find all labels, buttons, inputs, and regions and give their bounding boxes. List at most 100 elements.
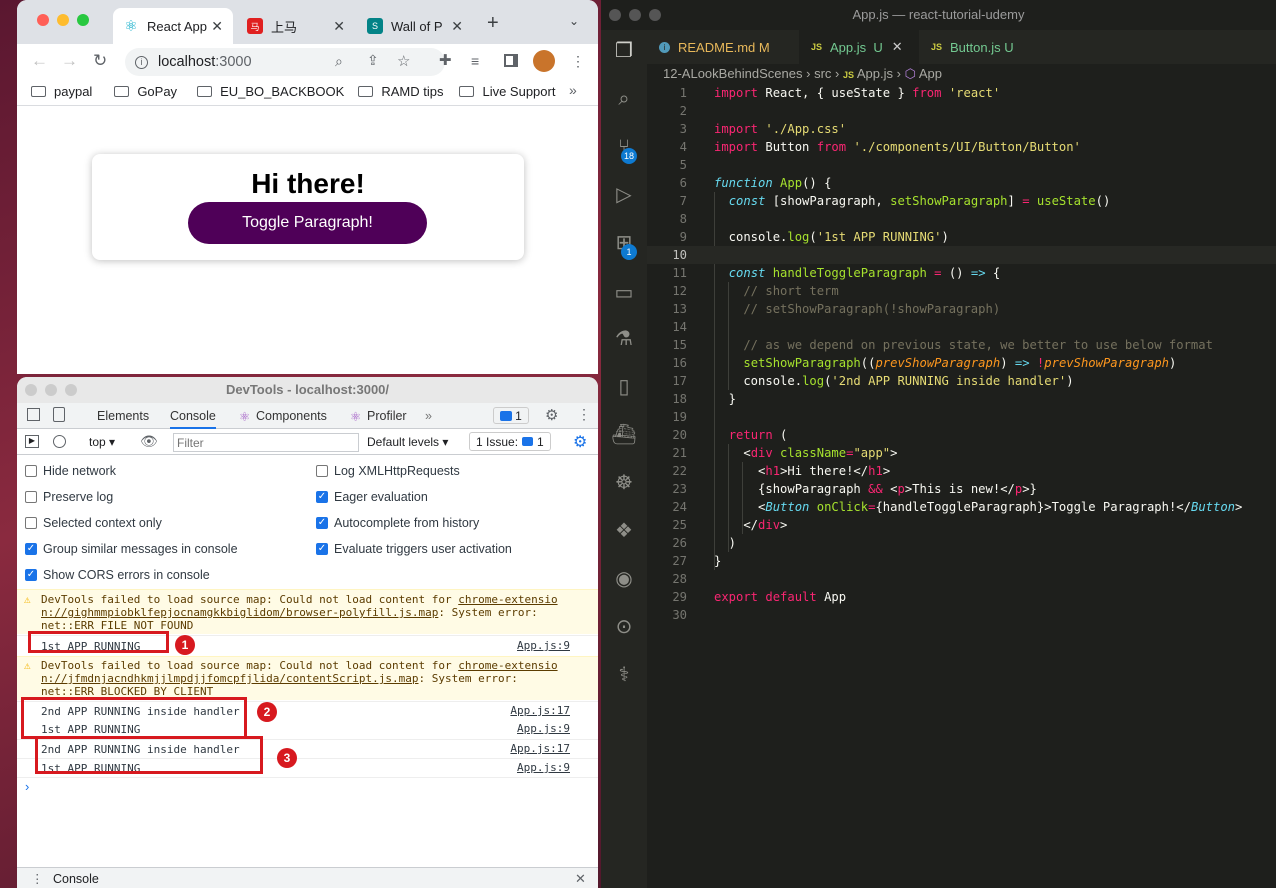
- log-source-link[interactable]: App.js:17: [510, 704, 570, 717]
- close-window-button[interactable]: [25, 384, 37, 396]
- close-drawer-icon[interactable]: ✕: [575, 871, 586, 887]
- console-settings-gear-icon[interactable]: ⚙: [573, 432, 587, 452]
- minimize-window-button[interactable]: [45, 384, 57, 396]
- code-line: 17 console.log('2nd APP RUNNING inside h…: [647, 372, 1276, 390]
- log-xhr-checkbox[interactable]: Log XMLHttpRequests: [316, 464, 460, 478]
- bookmark-gopay[interactable]: GoPay: [114, 84, 177, 99]
- close-window-button[interactable]: [609, 9, 621, 21]
- live-expression-eye-icon[interactable]: 👁: [140, 433, 158, 450]
- media-queue-icon[interactable]: ≡: [471, 52, 479, 70]
- settings-gear-icon[interactable]: ⚙: [545, 406, 558, 424]
- code-editor[interactable]: 1 import React, { useState } from 'react'…: [647, 84, 1276, 624]
- issues-button[interactable]: 1 Issue: 1: [469, 432, 551, 451]
- more-tabs-icon[interactable]: »: [425, 409, 432, 423]
- minimize-window-button[interactable]: [629, 9, 641, 21]
- drawer-menu-icon[interactable]: ⋮: [31, 871, 44, 886]
- tab-button-js[interactable]: JS Button.js U: [919, 30, 1047, 64]
- info-icon[interactable]: i: [135, 55, 148, 69]
- close-tab-icon[interactable]: ✕: [333, 18, 345, 35]
- log-source-link[interactable]: App.js:9: [517, 639, 570, 652]
- show-cors-errors-checkbox[interactable]: ✓ Show CORS errors in console: [25, 568, 210, 582]
- log-levels-dropdown[interactable]: Default levels ▾: [367, 435, 448, 449]
- device-toolbar-icon[interactable]: [53, 407, 65, 422]
- browser-tab-2[interactable]: 马 上马 ✕: [243, 8, 355, 44]
- tab-search-chevron-icon[interactable]: ⌄: [569, 14, 579, 28]
- extensions-icon[interactable]: ✚: [439, 52, 452, 70]
- side-panel-icon[interactable]: [504, 54, 518, 67]
- minimize-window-button[interactable]: [57, 14, 69, 26]
- profile-avatar[interactable]: [533, 50, 555, 72]
- drawer-tab-console[interactable]: Console: [53, 872, 99, 886]
- source-map-link[interactable]: chrome-extensio: [458, 659, 557, 672]
- more-bookmarks-icon[interactable]: »: [569, 82, 577, 98]
- customize-menu-icon[interactable]: ⋮: [577, 406, 591, 423]
- more-menu-icon[interactable]: ⋮: [571, 52, 585, 70]
- notebook-icon[interactable]: ▯: [611, 374, 637, 400]
- evaluate-triggers-checkbox[interactable]: ✓ Evaluate triggers user activation: [316, 542, 512, 556]
- tab-app-js[interactable]: JS App.js U ✕: [799, 30, 919, 64]
- breadcrumb-folder[interactable]: src: [814, 66, 831, 81]
- log-source-link[interactable]: App.js:9: [517, 761, 570, 774]
- bookmark-star-icon[interactable]: ☆: [397, 52, 410, 70]
- autocomplete-history-checkbox[interactable]: ✓ Autocomplete from history: [316, 516, 479, 530]
- bookmark-eu-bo-backbook[interactable]: EU_BO_BACKBOOK: [197, 84, 344, 99]
- tab-console[interactable]: Console: [170, 409, 216, 429]
- zoom-window-button[interactable]: [77, 14, 89, 26]
- source-map-link[interactable]: chrome-extensio: [458, 593, 557, 606]
- zoom-window-button[interactable]: [65, 384, 77, 396]
- close-window-button[interactable]: [37, 14, 49, 26]
- console-prompt[interactable]: ›: [17, 777, 598, 797]
- browser-tab-react-app[interactable]: ⚛ React App ✕: [113, 8, 233, 44]
- tab-components[interactable]: Components: [256, 409, 327, 423]
- docker-icon[interactable]: ⛴: [611, 422, 637, 448]
- group-similar-checkbox[interactable]: ✓ Group similar messages in console: [25, 542, 238, 556]
- tab-readme[interactable]: i README.md M: [647, 30, 799, 64]
- bookmark-paypal[interactable]: paypal: [31, 84, 92, 99]
- selected-context-only-checkbox[interactable]: Selected context only: [25, 516, 162, 530]
- zoom-icon[interactable]: ⌕: [335, 53, 343, 70]
- python-icon[interactable]: ⚕: [611, 662, 637, 688]
- reload-icon[interactable]: ↻: [93, 52, 107, 70]
- source-map-link[interactable]: n://gighmmpiobklfepjocnamgkkbiglidom/bro…: [41, 606, 438, 619]
- bookmark-live-support[interactable]: Live Support: [459, 84, 555, 99]
- preserve-log-checkbox[interactable]: Preserve log: [25, 490, 113, 504]
- tab-elements[interactable]: Elements: [97, 409, 149, 423]
- filter-input[interactable]: [173, 433, 359, 452]
- source-map-link[interactable]: n://jfmdnjacndhkmjjlmpdjjfomcpfjlida/con…: [41, 672, 419, 685]
- close-tab-icon[interactable]: ✕: [451, 18, 463, 35]
- zoom-window-button[interactable]: [649, 9, 661, 21]
- extensions-badge: 1: [621, 244, 637, 260]
- address-bar[interactable]: i localhost:3000 ⌕ ⇪ ☆: [125, 48, 445, 76]
- tab-profiler[interactable]: Profiler: [367, 409, 407, 423]
- context-selector[interactable]: top ▾: [89, 435, 115, 449]
- share-icon[interactable]: ⇪: [367, 52, 379, 69]
- testing-flask-icon[interactable]: ⚗: [611, 326, 637, 352]
- new-tab-icon[interactable]: +: [487, 12, 499, 35]
- run-debug-icon[interactable]: ▷: [611, 182, 637, 208]
- log-source-link[interactable]: App.js:17: [510, 742, 570, 755]
- toggle-paragraph-button[interactable]: Toggle Paragraph!: [188, 202, 427, 244]
- breadcrumb-folder[interactable]: 12-ALookBehindScenes: [663, 66, 803, 81]
- hide-network-checkbox[interactable]: Hide network: [25, 464, 116, 478]
- show-sidebar-icon[interactable]: ▶: [25, 435, 39, 448]
- eager-evaluation-checkbox[interactable]: ✓ Eager evaluation: [316, 490, 428, 504]
- log-source-link[interactable]: App.js:9: [517, 722, 570, 735]
- project-manager-icon[interactable]: ❖: [611, 518, 637, 544]
- forward-arrow-icon[interactable]: →: [61, 52, 78, 70]
- clear-console-icon[interactable]: [53, 435, 66, 448]
- remote-explorer-icon[interactable]: ▭: [611, 280, 637, 306]
- inspect-element-icon[interactable]: [27, 408, 40, 421]
- github-icon[interactable]: ◉: [611, 566, 637, 592]
- bookmark-ramd-tips[interactable]: RAMD tips: [358, 84, 443, 99]
- breadcrumb-file[interactable]: App.js: [857, 66, 893, 81]
- close-tab-icon[interactable]: ✕: [211, 18, 223, 35]
- kubernetes-icon[interactable]: ☸: [611, 470, 637, 496]
- breadcrumb-symbol[interactable]: App: [919, 66, 942, 81]
- search-icon[interactable]: ⌕: [611, 86, 637, 112]
- back-arrow-icon[interactable]: ←: [31, 52, 48, 70]
- browser-tab-3[interactable]: S Wall of Pr ✕: [363, 8, 473, 44]
- git-graph-icon[interactable]: ⊙: [611, 614, 637, 640]
- messages-counter[interactable]: 1: [493, 407, 529, 424]
- explorer-files-icon[interactable]: ❐: [611, 38, 637, 64]
- close-tab-icon[interactable]: ✕: [892, 39, 903, 55]
